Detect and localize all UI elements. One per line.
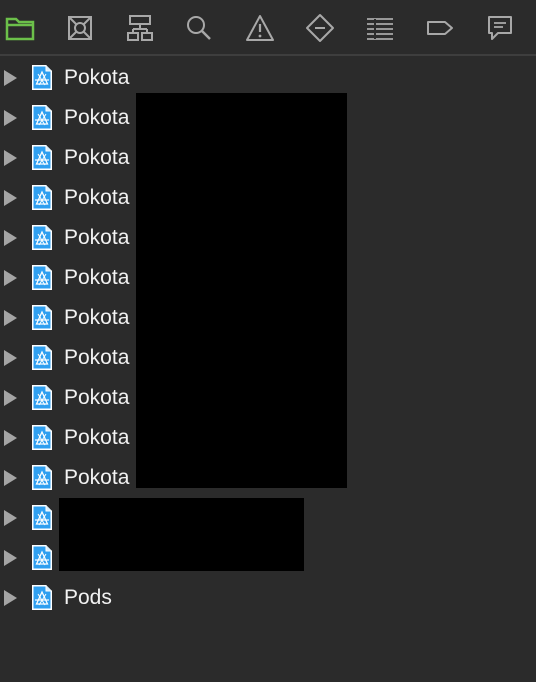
project-tree-item-label: Pokota: [64, 146, 130, 169]
source-control-icon: [68, 16, 92, 40]
debug-lines-icon: [367, 18, 393, 40]
test-navigator-button[interactable]: [300, 9, 340, 47]
disclosure-triangle-icon[interactable]: [4, 150, 17, 166]
xcode-project-icon: [32, 505, 52, 530]
redacted-area: [59, 498, 304, 571]
project-tree-item-label: Pokota: [64, 426, 130, 449]
disclosure-triangle-icon[interactable]: [4, 390, 17, 406]
xcode-project-icon: [32, 425, 52, 450]
xcode-project-icon: [32, 185, 52, 210]
breakpoint-navigator-button[interactable]: [420, 9, 460, 47]
xcode-project-icon: [32, 465, 52, 490]
project-tree-item-label: Pokota: [64, 346, 130, 369]
project-tree-item-label: Pokota: [64, 226, 130, 249]
speech-bubble-icon: [488, 16, 512, 40]
project-navigator-button[interactable]: [0, 9, 40, 47]
disclosure-triangle-icon[interactable]: [4, 110, 17, 126]
disclosure-triangle-icon[interactable]: [4, 190, 17, 206]
debug-navigator-button[interactable]: [360, 9, 400, 47]
hierarchy-icon: [127, 15, 153, 41]
project-tree-item-label: Pokota: [64, 386, 130, 409]
test-diamond-icon: [306, 14, 334, 42]
source-control-navigator-button[interactable]: [60, 9, 100, 47]
disclosure-triangle-icon[interactable]: [4, 230, 17, 246]
navigator-toolbar: [0, 0, 536, 56]
project-tree-item-label: Pokota: [64, 466, 130, 489]
symbol-navigator-button[interactable]: [120, 9, 160, 47]
xcode-project-icon: [32, 65, 52, 90]
disclosure-triangle-icon[interactable]: [4, 350, 17, 366]
project-tree-item-label: Pokota: [64, 266, 130, 289]
xcode-project-icon: [32, 345, 52, 370]
redacted-area: [136, 93, 347, 488]
disclosure-triangle-icon[interactable]: [4, 310, 17, 326]
project-tree-item[interactable]: Pods: [0, 578, 536, 618]
disclosure-triangle-icon[interactable]: [4, 590, 17, 606]
breakpoint-tag-icon: [427, 21, 453, 35]
issue-navigator-button[interactable]: [240, 9, 280, 47]
disclosure-triangle-icon[interactable]: [4, 550, 17, 566]
xcode-project-icon: [32, 225, 52, 250]
disclosure-triangle-icon[interactable]: [4, 470, 17, 486]
xcode-project-icon: [32, 585, 52, 610]
search-icon: [187, 16, 211, 40]
xcode-project-icon: [32, 385, 52, 410]
project-tree-item-label: Pokota: [64, 106, 130, 129]
warning-icon: [246, 15, 274, 41]
disclosure-triangle-icon[interactable]: [4, 70, 17, 86]
xcode-project-icon: [32, 265, 52, 290]
project-tree-item-label: Pokota: [64, 186, 130, 209]
xcode-project-icon: [32, 145, 52, 170]
disclosure-triangle-icon[interactable]: [4, 270, 17, 286]
folder-icon: [5, 17, 35, 41]
project-tree-item[interactable]: Pokota: [0, 58, 536, 98]
xcode-project-icon: [32, 545, 52, 570]
project-tree-item-label: Pokota: [64, 306, 130, 329]
disclosure-triangle-icon[interactable]: [4, 430, 17, 446]
project-tree-item-label: Pokota: [64, 66, 130, 89]
project-navigator-panel: Pokota Pokota Pokota Pokota Pokota Pokot…: [0, 0, 536, 682]
xcode-project-icon: [32, 105, 52, 130]
disclosure-triangle-icon[interactable]: [4, 510, 17, 526]
xcode-project-icon: [32, 305, 52, 330]
report-navigator-button[interactable]: [480, 9, 520, 47]
project-tree-item-label: Pods: [64, 586, 112, 609]
find-navigator-button[interactable]: [179, 9, 219, 47]
